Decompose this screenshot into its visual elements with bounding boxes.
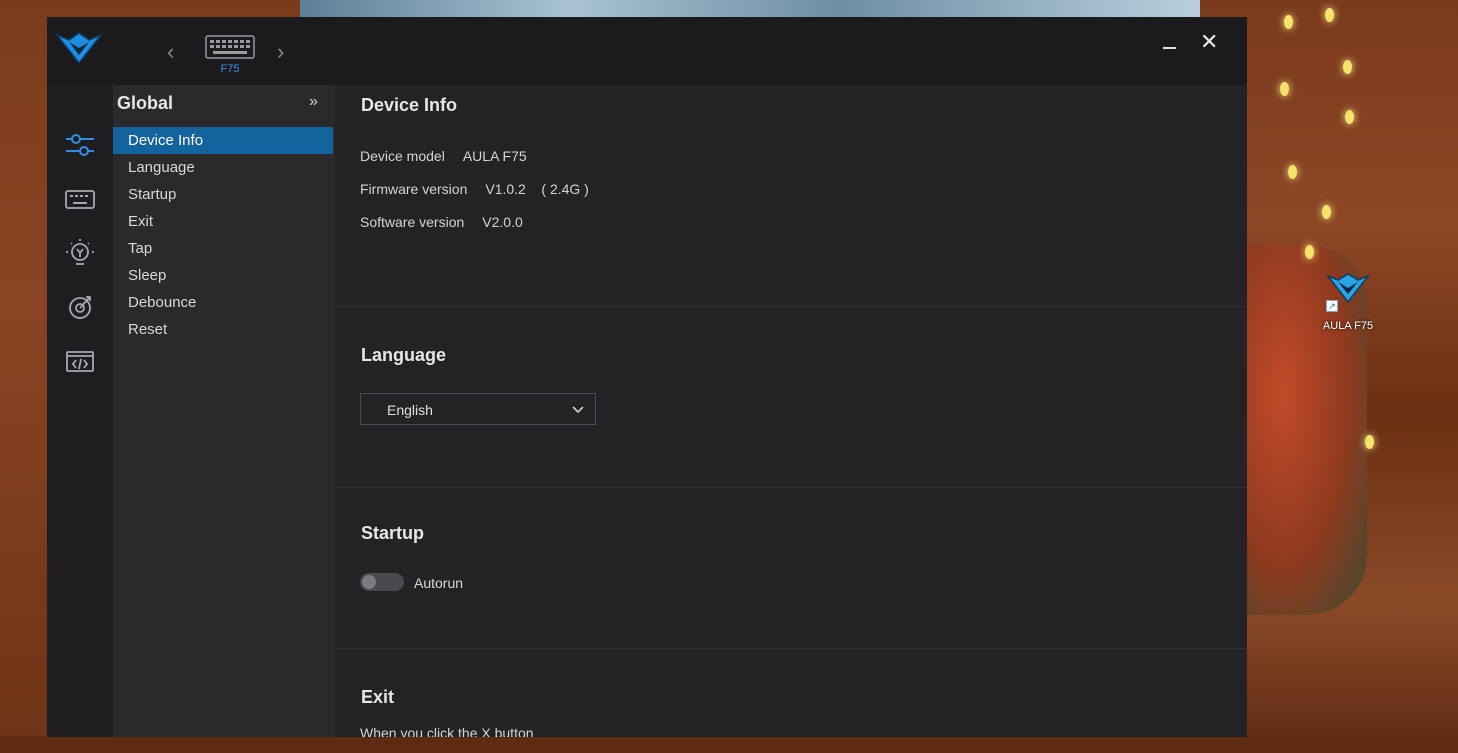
startup-section: Startup	[336, 489, 1247, 649]
subnav-item-device-info[interactable]: Device Info	[113, 127, 333, 154]
software-version-row: Software version V2.0.0	[360, 214, 523, 230]
chevron-down-icon	[572, 406, 584, 414]
autorun-label: Autorun	[414, 575, 464, 591]
subnav-item-tap[interactable]: Tap	[113, 235, 333, 262]
string-light	[1325, 8, 1334, 22]
subnav-item-exit[interactable]: Exit	[113, 208, 333, 235]
device-model-label: Device model	[360, 148, 445, 164]
string-light	[1345, 110, 1354, 124]
app-window: ‹ F75 › ✕ Global » Device Info Language …	[47, 17, 1247, 737]
sliders-icon[interactable]	[64, 129, 96, 161]
language-selected-value: English	[387, 402, 433, 418]
target-icon[interactable]	[64, 291, 96, 323]
subnav-item-sleep[interactable]: Sleep	[113, 262, 333, 289]
close-icon[interactable]: ✕	[1200, 31, 1218, 53]
device-model-row: Device model AULA F75	[360, 148, 527, 164]
next-device-icon[interactable]: ›	[277, 41, 293, 65]
wallpaper-top	[300, 0, 1200, 18]
string-light	[1343, 60, 1352, 74]
settings-subnav: Global » Device Info Language Startup Ex…	[113, 85, 335, 737]
string-light	[1288, 165, 1297, 179]
firmware-version-row: Firmware version V1.0.2 ( 2.4G )	[360, 181, 589, 197]
firmware-version-label: Firmware version	[360, 181, 468, 197]
string-light	[1280, 82, 1289, 96]
wallpaper-bottom	[0, 736, 1458, 753]
code-icon[interactable]	[64, 345, 96, 377]
lightbulb-icon[interactable]	[64, 237, 96, 269]
device-info-title: Device Info	[361, 95, 458, 115]
string-light	[1365, 435, 1374, 449]
software-version-label: Software version	[360, 214, 465, 230]
title-bar: ‹ F75 › ✕	[47, 17, 1247, 85]
subnav-item-debounce[interactable]: Debounce	[113, 289, 333, 316]
exit-section: Exit	[336, 650, 1247, 737]
language-title: Language	[361, 345, 447, 365]
device-model-value: AULA F75	[462, 148, 527, 164]
subnav-item-startup[interactable]: Startup	[113, 181, 333, 208]
toggle-knob	[362, 575, 376, 589]
autorun-toggle[interactable]	[360, 573, 404, 591]
keyboard-device-icon[interactable]	[205, 35, 255, 59]
firmware-version-value: V1.0.2 ( 2.4G )	[485, 181, 589, 197]
device-info-section: Device Info Device model AULA F75 Firmwar…	[336, 85, 1247, 307]
subnav-item-reset[interactable]: Reset	[113, 316, 333, 343]
aula-logo-icon	[54, 32, 104, 65]
main-icon-sidebar	[47, 85, 113, 737]
settings-content[interactable]: Device Info Device model AULA F75 Firmwar…	[336, 85, 1247, 737]
desktop-shortcut-aula[interactable]: ↗ AULA F75	[1314, 270, 1382, 334]
desktop-shortcut-label: AULA F75	[1322, 320, 1374, 332]
previous-device-icon[interactable]: ‹	[167, 41, 183, 65]
subnav-item-language[interactable]: Language	[113, 154, 333, 181]
shortcut-arrow-icon: ↗	[1326, 300, 1338, 312]
expand-icon[interactable]: »	[309, 93, 318, 111]
string-light	[1322, 205, 1331, 219]
subnav-title: Global	[117, 93, 174, 113]
device-name-label[interactable]: F75	[205, 63, 255, 75]
language-select[interactable]: English	[360, 393, 596, 425]
string-light	[1305, 245, 1314, 259]
string-light	[1284, 15, 1293, 29]
subnav-list: Device Info Language Startup Exit Tap Sl…	[113, 127, 333, 343]
minimize-icon[interactable]	[1162, 40, 1178, 56]
startup-title: Startup	[361, 523, 424, 543]
exit-description: When you click the X button	[360, 725, 534, 737]
keyboard-icon[interactable]	[64, 183, 96, 215]
software-version-value: V2.0.0	[482, 214, 523, 230]
exit-title: Exit	[361, 687, 395, 707]
